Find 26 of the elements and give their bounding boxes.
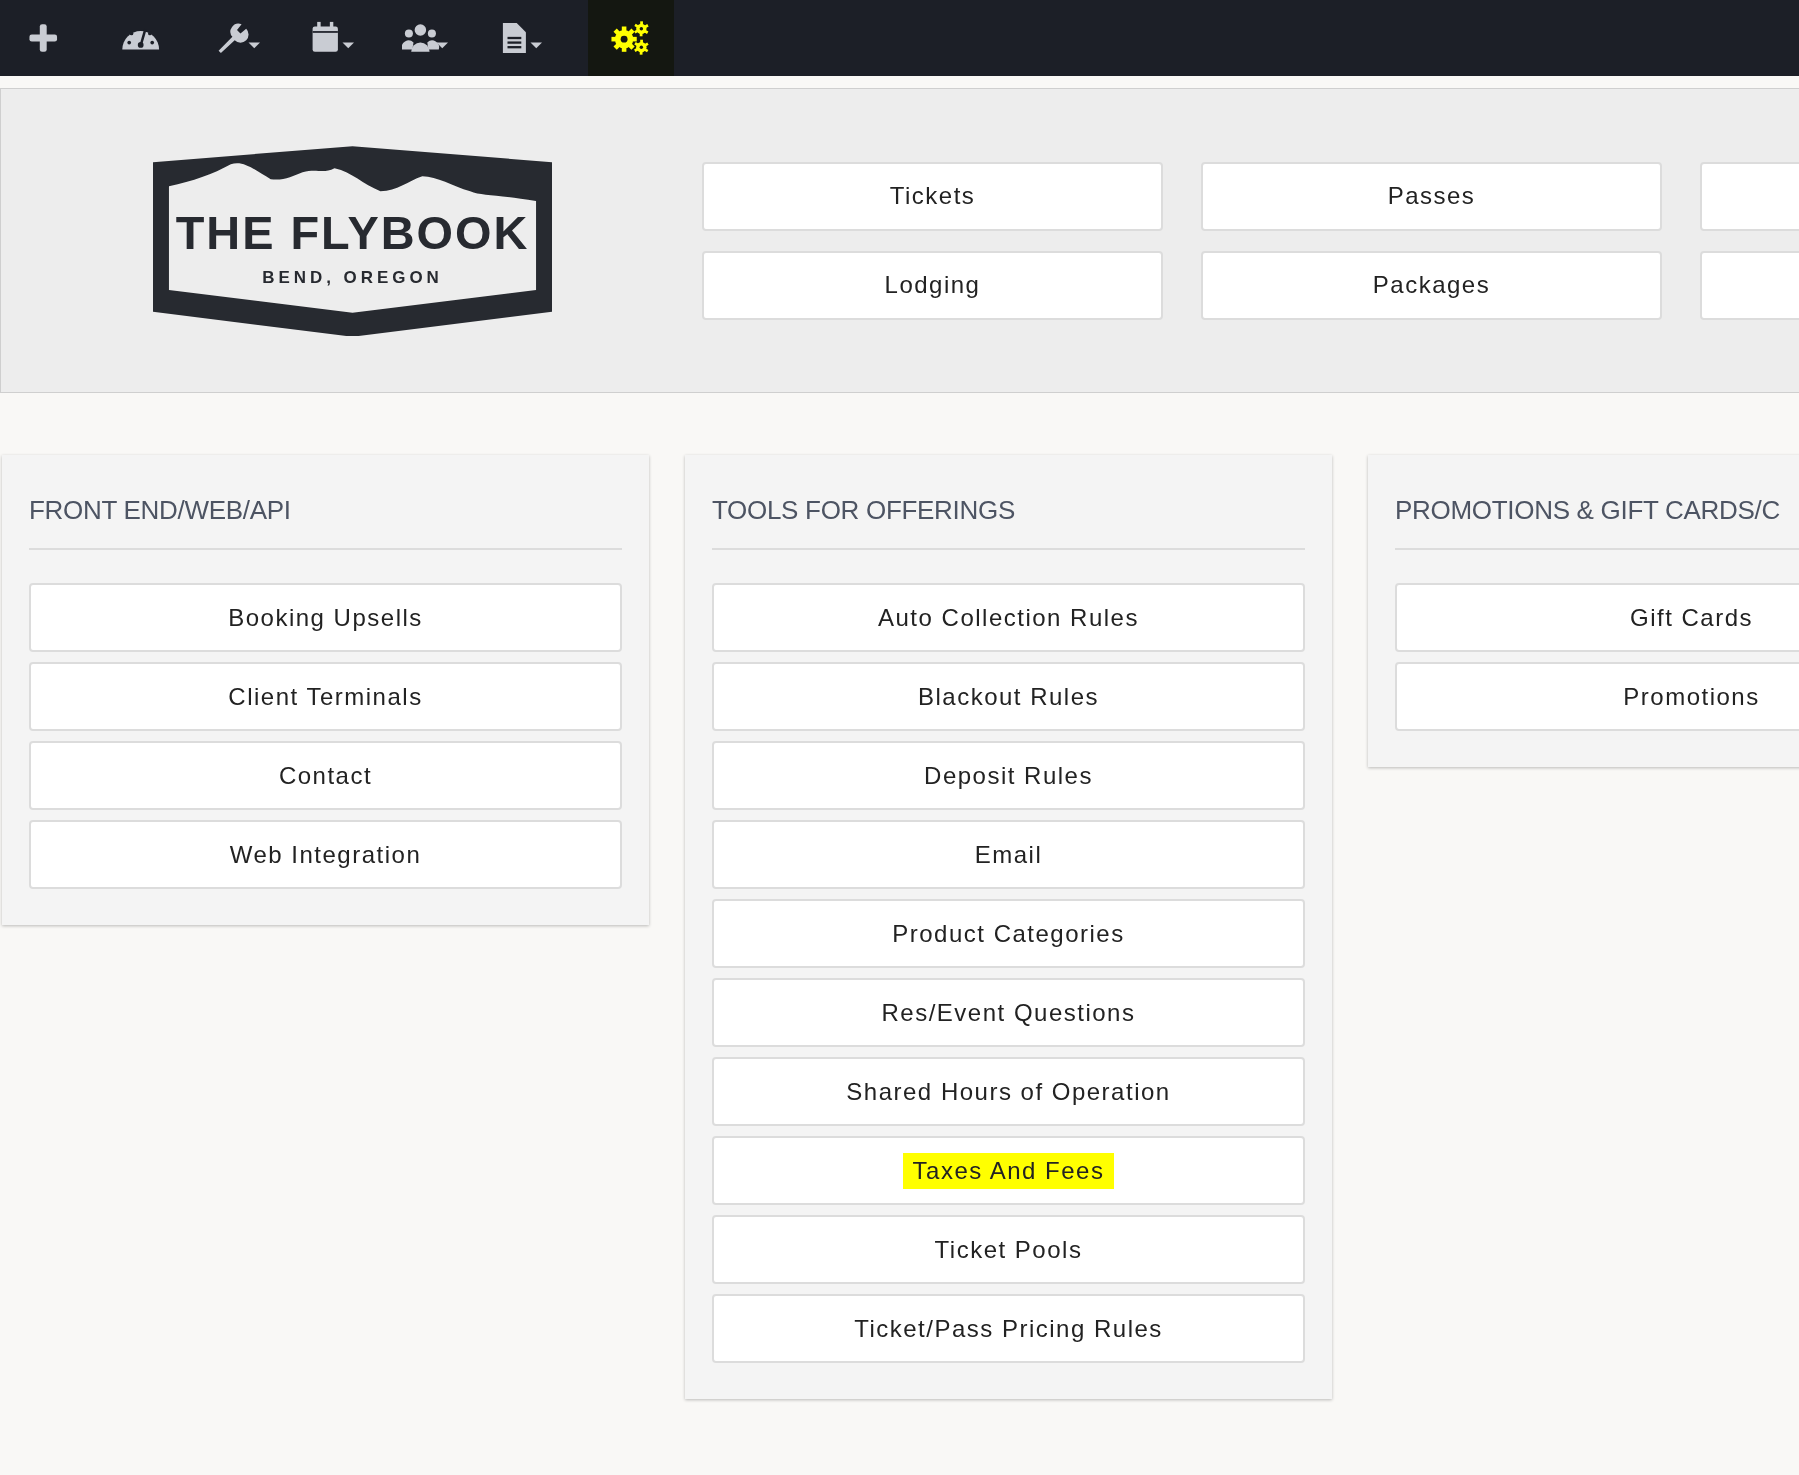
- settings-button[interactable]: Ticket Pools: [712, 1215, 1305, 1284]
- settings-button[interactable]: Deposit Rules: [712, 741, 1305, 810]
- settings-button[interactable]: Email: [712, 820, 1305, 889]
- settings-button[interactable]: Promotions: [1395, 662, 1799, 731]
- logo-subtitle: BEND, OREGON: [262, 267, 443, 287]
- toolbar-button[interactable]: [588, 0, 674, 76]
- settings-button[interactable]: Auto Collection Rules: [712, 583, 1305, 652]
- settings-button[interactable]: Res/Event Questions: [712, 978, 1305, 1047]
- settings-button[interactable]: Contact: [29, 741, 622, 810]
- settings-button[interactable]: Product Categories: [712, 899, 1305, 968]
- nav-button[interactable]: Packages: [1201, 250, 1662, 320]
- panel-title: FRONT END/WEB/API: [29, 495, 622, 550]
- settings-button[interactable]: Booking Upsells: [29, 583, 622, 652]
- settings-button[interactable]: Web Integration: [29, 820, 622, 889]
- settings-button[interactable]: Ticket/Pass Pricing Rules: [712, 1294, 1305, 1363]
- settings-button[interactable]: Blackout Rules: [712, 662, 1305, 731]
- nav-button[interactable]: Passes: [1201, 161, 1662, 231]
- settings-button[interactable]: Shared Hours of Operation: [712, 1057, 1305, 1126]
- logo-title: THE FLYBOOK: [175, 206, 530, 259]
- panel-title: TOOLS FOR OFFERINGS: [712, 495, 1305, 550]
- panel-title: PROMOTIONS & GIFT CARDS/C: [1395, 495, 1799, 550]
- nav-button[interactable]: Tickets: [702, 161, 1163, 231]
- settings-button[interactable]: Client Terminals: [29, 662, 622, 731]
- settings-button[interactable]: Taxes And Fees: [712, 1136, 1305, 1205]
- settings-button[interactable]: Gift Cards: [1395, 583, 1799, 652]
- nav-button[interactable]: Lodging: [702, 250, 1163, 320]
